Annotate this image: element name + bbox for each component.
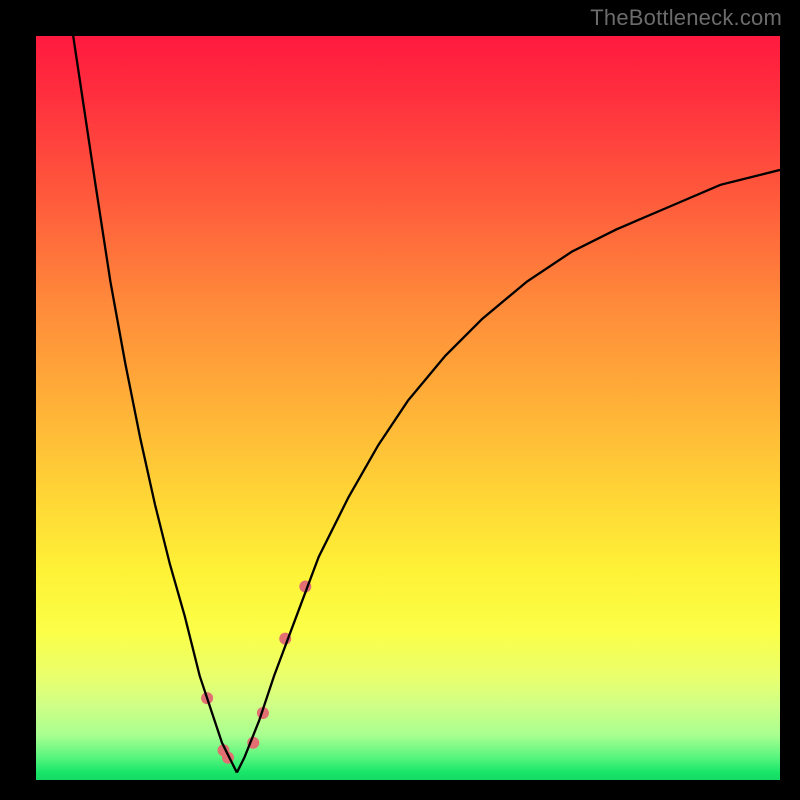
chart-stage: TheBottleneck.com (0, 0, 800, 800)
curve-right-branch (237, 170, 780, 773)
curve-left-branch (73, 36, 237, 773)
plot-area (36, 36, 780, 780)
curve-layer (36, 36, 780, 780)
watermark-label: TheBottleneck.com (590, 5, 782, 31)
curve-group (73, 36, 780, 773)
marker-pill-0 (189, 616, 204, 683)
